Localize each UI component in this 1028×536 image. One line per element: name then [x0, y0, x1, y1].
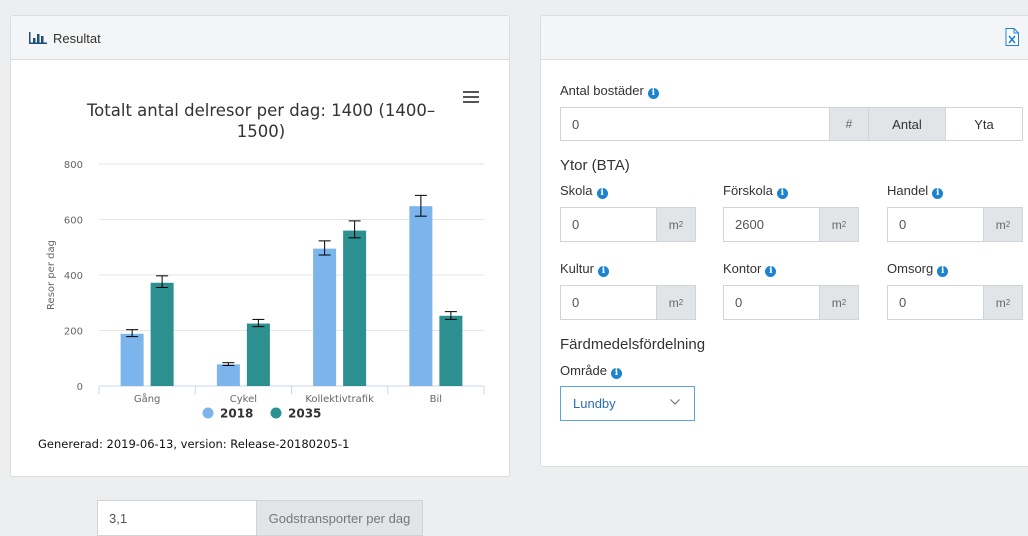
forskola-input[interactable]: 2600: [723, 207, 820, 242]
x-tick-label: Kollektivtrafik: [305, 394, 374, 405]
legend-marker-2035: [270, 407, 282, 419]
y-tick-label: 400: [64, 271, 83, 282]
gods-label-addon: Godstransporter per dag: [256, 500, 423, 536]
settings-panel: Antal bostäder i 0 # Antal Yta Ytor (BTA)…: [540, 15, 1028, 467]
skola-input[interactable]: 0: [560, 207, 657, 242]
excel-export-icon[interactable]: [1005, 28, 1019, 46]
results-panel: Resultat Totalt antal delresor per dag: …: [10, 15, 510, 477]
kultur-label: Kultur i: [560, 261, 609, 277]
unit-addon: m2: [656, 207, 696, 242]
forskola-label: Förskola i: [723, 183, 788, 199]
bar-2018: [216, 364, 240, 386]
omrade-label: Område i: [560, 363, 622, 379]
unit-addon: m2: [819, 207, 859, 242]
chart-title-line2: 1500): [237, 122, 285, 141]
yta-toggle-button[interactable]: Yta: [945, 107, 1023, 141]
kontor-input[interactable]: 0: [723, 285, 820, 320]
bar-2018: [409, 206, 433, 386]
settings-panel-header: [541, 16, 1028, 60]
kontor-label: Kontor i: [723, 261, 777, 277]
omrade-select[interactable]: Lundby: [560, 386, 695, 421]
y-tick-label: 800: [64, 160, 83, 171]
bar-2018: [313, 248, 337, 386]
bar-2035: [150, 282, 174, 386]
legend-marker-2018: [202, 407, 214, 419]
gods-input[interactable]: 3,1: [97, 500, 257, 536]
handel-label: Handel i: [887, 183, 944, 199]
bar-2035: [343, 230, 367, 386]
chevron-down-icon: [670, 399, 680, 405]
antal-bostader-input[interactable]: 0: [560, 107, 830, 141]
unit-addon: m2: [656, 285, 696, 320]
generated-info: Genererad: 2019-06-13, version: Release-…: [38, 437, 350, 451]
unit-addon: m2: [983, 207, 1023, 242]
x-tick-label: Gång: [134, 392, 161, 405]
x-tick-label: Cykel: [230, 394, 257, 405]
bar-2035: [439, 315, 463, 386]
unit-addon: m2: [819, 285, 859, 320]
antal-toggle-button[interactable]: Antal: [868, 107, 946, 141]
skola-label: Skola i: [560, 183, 608, 199]
legend-label-2035: 2035: [288, 407, 321, 421]
info-icon[interactable]: i: [610, 368, 622, 379]
chart-title-line1: Totalt antal delresor per dag: 1400 (140…: [86, 101, 435, 120]
info-icon[interactable]: i: [932, 188, 944, 199]
y-axis-label: Resor per dag: [46, 240, 57, 310]
y-tick-label: 200: [64, 327, 83, 338]
bar-2018: [120, 333, 144, 386]
hash-addon: #: [829, 107, 869, 141]
kultur-input[interactable]: 0: [560, 285, 657, 320]
info-icon[interactable]: i: [647, 88, 659, 99]
antal-bostader-label: Antal bostäder i: [560, 83, 659, 99]
info-icon[interactable]: i: [937, 266, 949, 277]
handel-input[interactable]: 0: [887, 207, 984, 242]
omsorg-input[interactable]: 0: [887, 285, 984, 320]
legend-label-2018: 2018: [220, 407, 253, 421]
bar-chart-icon: [29, 32, 47, 44]
y-tick-label: 600: [64, 216, 83, 227]
info-icon[interactable]: i: [597, 266, 609, 277]
info-icon[interactable]: i: [776, 188, 788, 199]
bar-chart: Totalt antal delresor per dag: 1400 (140…: [46, 101, 485, 421]
bar-2035: [246, 323, 270, 386]
results-panel-header: Resultat: [11, 16, 509, 60]
results-title: Resultat: [53, 31, 101, 46]
info-icon[interactable]: i: [596, 188, 608, 199]
unit-addon: m2: [983, 285, 1023, 320]
y-tick-label: 0: [77, 382, 83, 393]
omsorg-label: Omsorg i: [887, 261, 949, 277]
ytor-title: Ytor (BTA): [560, 157, 630, 174]
fardmedel-title: Färdmedelsfördelning: [560, 336, 706, 353]
x-tick-label: Bil: [430, 394, 442, 405]
info-icon[interactable]: i: [765, 266, 777, 277]
